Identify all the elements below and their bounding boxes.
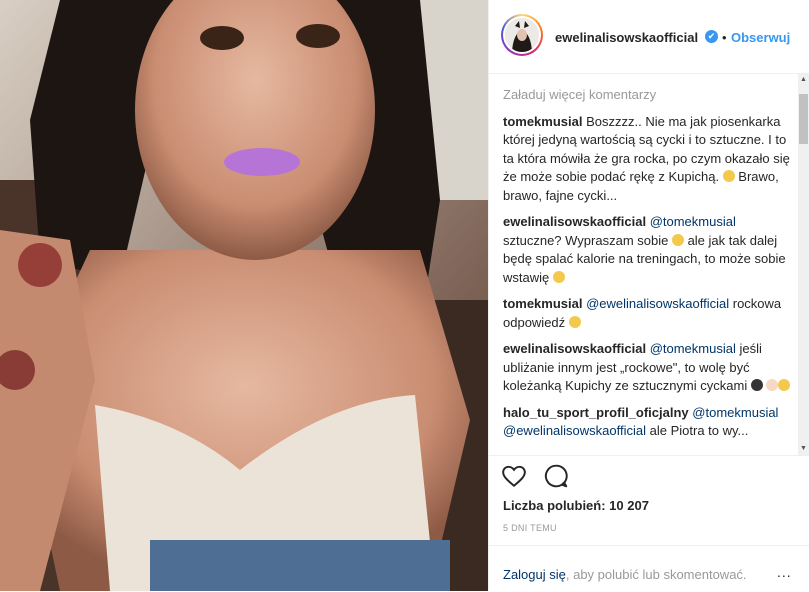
comment-author-link[interactable]: tomekmusial bbox=[503, 296, 582, 311]
comment-item: ewelinalisowskaofficial @tomekmusial szt… bbox=[503, 213, 793, 287]
heart-icon[interactable] bbox=[501, 463, 527, 494]
comment-item: tomekmusial @ewelinalisowskaofficial roc… bbox=[503, 295, 793, 332]
follow-button[interactable]: Obserwuj bbox=[731, 30, 790, 45]
comment-text: ale Piotra to wy... bbox=[646, 423, 749, 438]
comment-item: tomekmusial Boszzzz.. Nie ma jak piosenk… bbox=[503, 113, 793, 206]
verified-badge-icon: ✔ bbox=[705, 30, 718, 43]
login-link[interactable]: Zaloguj się bbox=[503, 567, 566, 582]
username-link[interactable]: ewelinalisowskaofficial bbox=[555, 30, 698, 45]
winking-tongue-emoji bbox=[552, 270, 565, 283]
load-more-comments-link[interactable]: Załaduj więcej komentarzy bbox=[503, 86, 793, 105]
post-header: ewelinalisowskaofficial ✔ • Obserwuj bbox=[489, 0, 809, 74]
comments-list: Załaduj więcej komentarzy tomekmusial Bo… bbox=[503, 86, 793, 460]
likes-count[interactable]: Liczba polubień: 10 207 bbox=[503, 498, 649, 513]
comment-author-link[interactable]: tomekmusial bbox=[503, 114, 582, 129]
mention-link[interactable]: @tomekmusial bbox=[650, 214, 736, 229]
comments-scrollbar[interactable]: ▲ ▼ bbox=[798, 74, 809, 455]
mention-link[interactable]: @ewelinalisowskaofficial bbox=[503, 423, 646, 438]
selfie-image bbox=[0, 0, 488, 591]
comment-footer: Zaloguj się, aby polubić lub skomentować… bbox=[489, 545, 809, 592]
laughing-emoji bbox=[671, 233, 684, 246]
post-timestamp[interactable]: 5 DNI TEMU bbox=[503, 523, 557, 533]
scrollbar-thumb[interactable] bbox=[799, 94, 808, 144]
avatar[interactable] bbox=[501, 14, 543, 56]
sunglasses-emoji bbox=[778, 379, 791, 391]
comment-item: halo_tu_sport_profil_oficjalny @tomekmus… bbox=[503, 404, 793, 441]
avatar-image bbox=[505, 18, 539, 52]
post-photo[interactable] bbox=[0, 0, 488, 591]
eye-roll-emoji bbox=[568, 315, 581, 328]
mention-link[interactable]: @ewelinalisowskaofficial bbox=[586, 296, 729, 311]
comment-text: sztuczne? Wypraszam sobie bbox=[503, 232, 672, 248]
mention-link[interactable]: @tomekmusial bbox=[692, 405, 778, 420]
scroll-down-arrow-icon[interactable]: ▼ bbox=[798, 443, 809, 455]
comment-icon[interactable] bbox=[543, 463, 569, 494]
scroll-up-arrow-icon[interactable]: ▲ bbox=[798, 74, 809, 86]
comment-author-link[interactable]: ewelinalisowskaofficial bbox=[503, 214, 646, 229]
header-separator: • bbox=[722, 30, 727, 45]
skin-tone-emoji bbox=[766, 379, 779, 391]
login-prompt-text: , aby polubić lub skomentować. bbox=[565, 567, 747, 582]
comment-author-link[interactable]: ewelinalisowskaofficial bbox=[503, 341, 646, 356]
post-side-panel: ewelinalisowskaofficial ✔ • Obserwuj Zał… bbox=[488, 0, 809, 591]
clapping-hands-emoji bbox=[722, 170, 735, 182]
victory-hand-emoji bbox=[750, 379, 763, 391]
comment-item: ewelinalisowskaofficial @tomekmusial jeś… bbox=[503, 340, 793, 396]
post-actions bbox=[489, 455, 809, 496]
comment-author-link[interactable]: halo_tu_sport_profil_oficjalny bbox=[503, 405, 689, 420]
more-options-icon[interactable]: ... bbox=[777, 564, 792, 580]
mention-link[interactable]: @tomekmusial bbox=[650, 341, 736, 356]
